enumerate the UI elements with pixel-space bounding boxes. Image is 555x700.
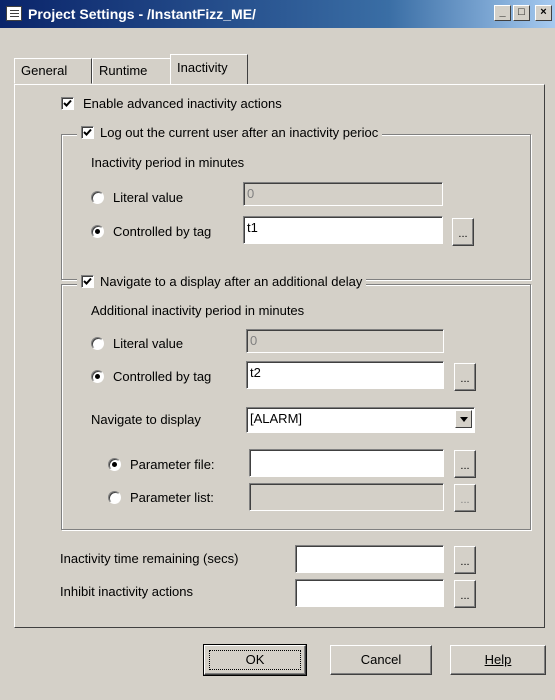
param-file-field[interactable] (249, 449, 444, 477)
logout-tag-label: Controlled by tag (113, 224, 212, 239)
ok-button[interactable]: OK (203, 644, 307, 676)
navigate-period-label: Additional inactivity period in minutes (91, 303, 305, 318)
inhibit-field[interactable] (295, 579, 444, 607)
checkmark-icon (83, 128, 92, 136)
inhibit-browse-button[interactable]: ... (454, 580, 476, 608)
param-list-label: Parameter list: (130, 490, 214, 505)
tab-runtime[interactable]: Runtime (92, 58, 172, 84)
ok-label: OK (245, 652, 265, 667)
cancel-label: Cancel (360, 652, 402, 667)
logout-tag-radio[interactable] (91, 225, 104, 238)
logout-legend: Log out the current user after an inacti… (77, 125, 383, 140)
title-bar[interactable]: Project Settings - /InstantFizz_ME/ _ □ … (0, 0, 555, 28)
remaining-field[interactable] (295, 545, 444, 573)
logout-literal-field[interactable]: 0 (243, 182, 443, 206)
cancel-button[interactable]: Cancel (330, 645, 432, 675)
navigate-display-value: [ALARM] (250, 411, 303, 426)
chevron-down-icon[interactable] (455, 410, 472, 428)
inactivity-panel: Enable advanced inactivity actions Log o… (14, 84, 545, 628)
logout-checkbox[interactable] (81, 126, 94, 139)
tab-inactivity[interactable]: Inactivity (170, 54, 248, 84)
param-list-radio[interactable] (108, 491, 121, 504)
navigate-legend-label: Navigate to a display after an additiona… (100, 274, 363, 289)
checkmark-icon (83, 277, 92, 285)
tab-general[interactable]: General (14, 58, 92, 84)
param-file-label: Parameter file: (130, 457, 215, 472)
logout-tag-browse-button[interactable]: ... (452, 218, 474, 246)
remaining-label: Inactivity time remaining (secs) (60, 551, 239, 566)
remaining-browse-button[interactable]: ... (454, 546, 476, 574)
navigate-tag-field[interactable]: t2 (246, 361, 444, 389)
param-list-browse-button[interactable]: ... (454, 484, 476, 512)
param-list-field[interactable] (249, 483, 444, 511)
project-settings-dialog: Project Settings - /InstantFizz_ME/ _ □ … (0, 0, 555, 700)
param-file-radio[interactable] (108, 458, 121, 471)
logout-legend-label: Log out the current user after an inacti… (100, 125, 379, 140)
logout-literal-label: Literal value (113, 190, 184, 205)
navigate-literal-label: Literal value (113, 336, 184, 351)
minimize-button[interactable]: _ (494, 5, 511, 21)
checkmark-icon (63, 99, 72, 107)
navigate-tag-label: Controlled by tag (113, 369, 212, 384)
enable-advanced-checkbox[interactable] (61, 97, 74, 110)
logout-period-label: Inactivity period in minutes (91, 155, 245, 170)
navigate-literal-field[interactable]: 0 (246, 329, 444, 353)
navigate-checkbox[interactable] (81, 275, 94, 288)
maximize-button[interactable]: □ (513, 5, 530, 21)
navigate-legend: Navigate to a display after an additiona… (77, 274, 367, 289)
navigate-tag-browse-button[interactable]: ... (454, 363, 476, 391)
window-title: Project Settings - /InstantFizz_ME/ (28, 6, 256, 22)
navigate-literal-radio[interactable] (91, 337, 104, 350)
navigate-display-dropdown[interactable]: [ALARM] (246, 407, 475, 433)
logout-literal-radio[interactable] (91, 191, 104, 204)
logout-tag-field[interactable]: t1 (243, 216, 443, 244)
help-button[interactable]: Help (450, 645, 546, 675)
help-label: Help (484, 652, 512, 667)
inhibit-label: Inhibit inactivity actions (60, 584, 193, 599)
enable-advanced-label: Enable advanced inactivity actions (83, 96, 282, 111)
window-icon (6, 6, 22, 21)
navigate-display-label: Navigate to display (91, 412, 201, 427)
close-button[interactable]: × (535, 5, 552, 21)
param-file-browse-button[interactable]: ... (454, 450, 476, 478)
navigate-tag-radio[interactable] (91, 370, 104, 383)
